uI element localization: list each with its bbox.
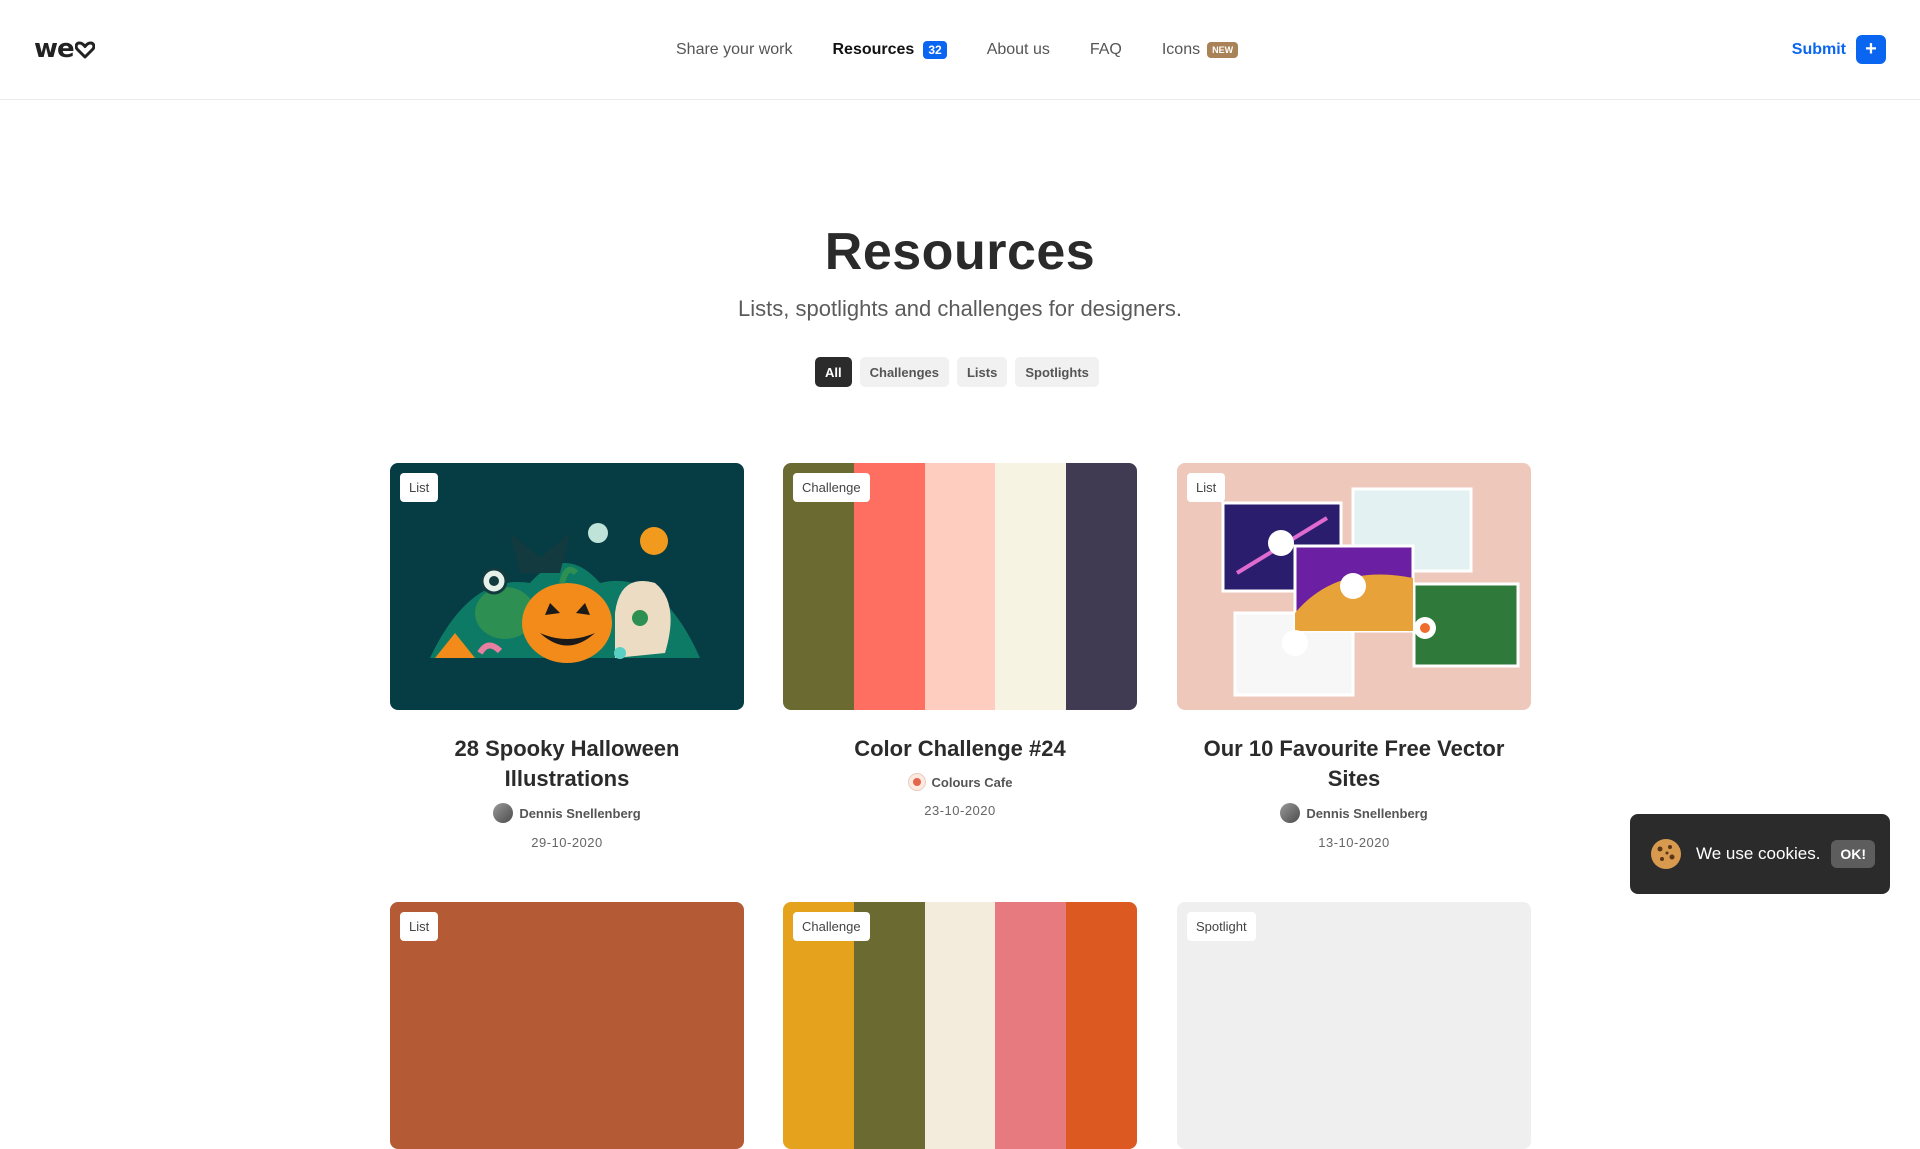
nav-label: About us (986, 41, 1050, 58)
palette-swatch (995, 463, 1067, 710)
nav-label: Icons (1161, 41, 1201, 58)
page-subtitle: Lists, spotlights and challenges for des… (738, 296, 1182, 321)
card-image[interactable]: List (390, 463, 744, 710)
nav-label: FAQ (1089, 41, 1122, 58)
avatar (1280, 803, 1301, 823)
resource-card[interactable]: Spotlight (1177, 902, 1531, 1149)
card-tag: List (1187, 473, 1226, 502)
palette-swatch (1066, 902, 1137, 1149)
card-author[interactable]: Dennis Snellenberg (390, 803, 744, 823)
submit-label: Submit (1791, 40, 1846, 58)
resource-card[interactable]: List Our 10 Favourite Free Vector Sites … (1177, 463, 1531, 850)
filter-spotlights[interactable]: Spotlights (1015, 357, 1099, 387)
palette-swatch (924, 463, 996, 710)
card-date: 29-10-2020 (531, 835, 603, 850)
cookie-message: We use cookies. (1696, 844, 1821, 863)
cookie-icon (1651, 839, 1681, 869)
nav-about-us[interactable]: About us (987, 41, 1050, 59)
cookie-ok-button[interactable]: OK! (1831, 840, 1876, 868)
author-name: Dennis Snellenberg (519, 805, 641, 821)
avatar (493, 803, 514, 823)
nav-label: Share your work (676, 41, 793, 58)
plus-icon[interactable]: + (1856, 35, 1886, 64)
main-nav: Share your work Resources 32 About us FA… (676, 38, 1278, 62)
palette-swatch (995, 902, 1067, 1149)
card-tag: List (400, 473, 439, 502)
card-image[interactable]: List (390, 902, 744, 1149)
nav-faq[interactable]: FAQ (1090, 41, 1122, 59)
author-name: Dennis Snellenberg (1306, 805, 1428, 821)
filter-bar: All Challenges Lists Spotlights (815, 357, 1107, 387)
card-date: 23-10-2020 (924, 803, 996, 818)
vector-sites-collage (1221, 487, 1520, 697)
halloween-illustration (430, 523, 700, 663)
new-badge: NEW (1207, 42, 1239, 58)
card-title[interactable]: 28 Spooky Halloween Illustrations (390, 734, 744, 794)
avatar (907, 773, 926, 791)
resources-count-badge: 32 (923, 41, 947, 59)
author-name: Colours Cafe (931, 774, 1013, 790)
resource-card[interactable]: Challenge Color Challenge #24 Colours Ca… (783, 463, 1137, 818)
cookie-banner: We use cookies. OK! (1630, 814, 1890, 894)
card-image[interactable]: Challenge (783, 902, 1137, 1149)
palette-swatch (1066, 463, 1137, 710)
card-tag: Spotlight (1187, 912, 1256, 941)
heart-icon (74, 41, 95, 59)
page-title: Resources (824, 223, 1096, 281)
card-image[interactable]: Spotlight (1177, 902, 1531, 1149)
nav-share-your-work[interactable]: Share your work (676, 41, 793, 59)
card-author[interactable]: Dennis Snellenberg (1177, 803, 1531, 823)
resource-card[interactable]: List (390, 902, 744, 1149)
filter-lists[interactable]: Lists (956, 357, 1008, 387)
card-date: 13-10-2020 (1318, 835, 1390, 850)
card-image[interactable]: Challenge (783, 463, 1137, 710)
logo[interactable]: we (34, 34, 95, 64)
logo-text: we (34, 34, 75, 64)
card-image[interactable]: List (1177, 463, 1531, 710)
resource-card[interactable]: List 28 Spooky Halloween Illustrations D… (390, 463, 744, 850)
nav-label: Resources (832, 41, 915, 58)
card-tag: Challenge (793, 473, 870, 502)
card-tag: Challenge (793, 912, 870, 941)
card-title[interactable]: Our 10 Favourite Free Vector Sites (1177, 734, 1531, 794)
filter-challenges[interactable]: Challenges (859, 357, 949, 387)
submit-link[interactable]: Submit + (1792, 35, 1886, 64)
filter-all[interactable]: All (815, 357, 852, 387)
card-author[interactable]: Colours Cafe (783, 773, 1137, 791)
palette-swatch (924, 902, 996, 1149)
card-tag: List (400, 912, 439, 941)
card-title[interactable]: Color Challenge #24 (783, 734, 1137, 764)
resource-card[interactable]: Challenge (783, 902, 1137, 1149)
nav-resources[interactable]: Resources 32 (833, 41, 947, 59)
site-header: we Share your work Resources 32 About us… (0, 0, 1920, 100)
nav-icons[interactable]: Icons NEW (1161, 41, 1239, 59)
